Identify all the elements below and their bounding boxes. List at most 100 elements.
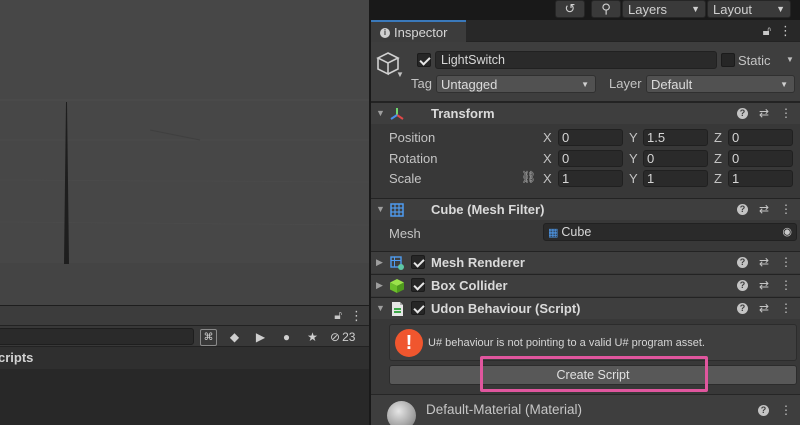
rotation-x-field[interactable]: 0 xyxy=(558,150,623,167)
axis-line xyxy=(64,102,69,264)
kebab-menu-icon[interactable]: ⋮ xyxy=(779,23,792,39)
chevron-down-icon: ▼ xyxy=(776,4,785,14)
project-window-bar: 🔓︎ ⋮ xyxy=(0,305,369,325)
object-picker-icon[interactable]: ◉ xyxy=(782,225,792,238)
chevron-down-icon: ▼ xyxy=(780,80,788,89)
foldout-expanded-icon[interactable]: ▼ xyxy=(376,108,385,118)
scene-view[interactable] xyxy=(0,0,369,305)
hidden-count-label: 23 xyxy=(342,330,356,344)
presets-icon[interactable]: ⇄ xyxy=(759,278,769,292)
kebab-menu-icon[interactable]: ⋮ xyxy=(780,278,792,292)
icon-dropdown-arrow[interactable]: ▼ xyxy=(396,70,404,79)
scale-label: Scale xyxy=(389,171,422,186)
foldout-expanded-icon[interactable]: ▼ xyxy=(376,303,385,313)
mesh-renderer-header[interactable]: ▶ Mesh Renderer ? ⇄ ⋮ xyxy=(371,251,800,273)
kebab-menu-icon[interactable]: ⋮ xyxy=(780,255,792,269)
layer-dropdown[interactable]: Default ▼ xyxy=(646,75,795,93)
error-filter-icon[interactable]: ● xyxy=(278,329,295,346)
foldout-collapsed-icon[interactable]: ▶ xyxy=(376,257,383,268)
scale-x-value: 1 xyxy=(562,171,570,186)
help-icon[interactable]: ? xyxy=(736,256,748,268)
project-toolbar: ⌘ ◆ ▶ ● ★ ⊘ 23 xyxy=(0,325,369,347)
hidden-packages-toggle[interactable]: ⊘ 23 xyxy=(330,330,355,344)
constrain-proportions-icon[interactable]: ⛓︎ xyxy=(521,170,536,184)
static-checkbox[interactable] xyxy=(721,53,735,67)
lock-icon[interactable]: 🔓︎ xyxy=(763,23,771,39)
static-dropdown-arrow[interactable]: ▼ xyxy=(786,55,794,64)
box-collider-enabled-checkbox[interactable] xyxy=(411,278,425,292)
rotation-y-field[interactable]: 0 xyxy=(643,150,708,167)
udon-behaviour-enabled-checkbox[interactable] xyxy=(411,301,425,315)
axis-y-label: Y xyxy=(629,130,638,145)
filter-by-type-icon[interactable]: ◆ xyxy=(226,329,243,346)
history-button[interactable]: ↺ xyxy=(555,0,585,18)
material-header[interactable]: Default-Material (Material) ? ⋮ xyxy=(371,394,800,425)
layout-dropdown[interactable]: Layout ▼ xyxy=(707,0,791,18)
layers-dropdown[interactable]: Layers ▼ xyxy=(622,0,706,18)
mesh-filter-header[interactable]: ▼ Cube (Mesh Filter) ? ⇄ ⋮ xyxy=(371,198,800,220)
gameobject-name-field[interactable]: LightSwitch xyxy=(435,51,717,69)
favorite-star-icon[interactable]: ★ xyxy=(304,329,321,346)
help-icon[interactable]: ? xyxy=(758,404,769,416)
kebab-menu-icon[interactable]: ⋮ xyxy=(780,301,792,315)
presets-icon[interactable]: ⇄ xyxy=(759,255,769,269)
project-search-input[interactable] xyxy=(0,328,194,345)
kebab-menu-icon[interactable]: ⋮ xyxy=(350,308,363,324)
axis-z-label: Z xyxy=(714,151,722,166)
mesh-filter-body: Mesh ▦ Cube ◉ xyxy=(371,220,800,251)
search-button[interactable]: ⚲ xyxy=(591,0,621,18)
tag-dropdown[interactable]: Untagged ▼ xyxy=(436,75,596,93)
box-collider-header[interactable]: ▶ Box Collider ? ⇄ ⋮ xyxy=(371,274,800,296)
help-icon[interactable]: ? xyxy=(736,279,748,291)
scale-y-field[interactable]: 1 xyxy=(643,170,708,187)
project-folder-header: cripts xyxy=(0,347,369,369)
chevron-down-icon: ▼ xyxy=(691,4,700,14)
transform-body: Position X 0 Y 1.5 Z 0 Rotation X 0 Y 0 … xyxy=(371,124,800,198)
presets-icon[interactable]: ⇄ xyxy=(759,202,769,216)
lock-icon[interactable]: 🔓︎ xyxy=(334,308,342,324)
project-folder-label: cripts xyxy=(0,350,34,365)
layers-label: Layers xyxy=(628,1,668,17)
create-script-button[interactable]: Create Script xyxy=(389,365,797,385)
help-icon[interactable]: ? xyxy=(736,203,748,215)
scale-x-field[interactable]: 1 xyxy=(558,170,623,187)
kebab-menu-icon[interactable]: ⋮ xyxy=(780,403,792,417)
gameobject-header: ▼ LightSwitch Static ▼ Tag Untagged ▼ La… xyxy=(371,42,800,102)
search-by-type-icon[interactable]: ⌘ xyxy=(200,328,217,346)
info-icon: i xyxy=(380,27,390,38)
mesh-grid-icon: ▦ xyxy=(548,226,559,239)
foldout-expanded-icon[interactable]: ▼ xyxy=(376,204,385,214)
transform-title: Transform xyxy=(431,106,495,121)
position-z-field[interactable]: 0 xyxy=(728,129,793,146)
inspector-panel: ↺ ⚲ Layers ▼ Layout ▼ i Inspector 🔓︎ ⋮ ▼… xyxy=(371,0,800,425)
kebab-menu-icon[interactable]: ⋮ xyxy=(780,106,792,120)
scale-z-field[interactable]: 1 xyxy=(728,170,793,187)
help-icon[interactable]: ? xyxy=(736,302,748,314)
mesh-label: Mesh xyxy=(389,226,421,241)
position-label: Position xyxy=(389,130,436,145)
label-tag-icon[interactable]: ▶ xyxy=(252,329,269,346)
box-collider-icon xyxy=(390,279,404,293)
position-x-field[interactable]: 0 xyxy=(558,129,623,146)
kebab-menu-icon[interactable]: ⋮ xyxy=(780,202,792,216)
axis-z-label: Z xyxy=(714,130,722,145)
rotation-z-field[interactable]: 0 xyxy=(728,150,793,167)
position-y-field[interactable]: 1.5 xyxy=(643,129,708,146)
tab-inspector-label: Inspector xyxy=(394,25,448,40)
presets-icon[interactable]: ⇄ xyxy=(759,301,769,315)
history-icon: ↺ xyxy=(564,1,576,16)
presets-icon[interactable]: ⇄ xyxy=(759,106,769,120)
udon-behaviour-header[interactable]: ▼ Udon Behaviour (Script) ? ⇄ ⋮ xyxy=(371,297,800,319)
active-checkbox[interactable] xyxy=(417,53,431,67)
layer-value: Default xyxy=(651,76,693,92)
tab-inspector[interactable]: i Inspector xyxy=(371,20,466,43)
transform-header[interactable]: ▼ Transform ? ⇄ ⋮ xyxy=(371,102,800,124)
layout-label: Layout xyxy=(713,1,753,17)
udon-warning-box: ! U# behaviour is not pointing to a vali… xyxy=(389,324,797,361)
scene-grid xyxy=(0,99,369,305)
help-icon[interactable]: ? xyxy=(736,107,748,119)
material-name: Default-Material (Material) xyxy=(426,402,583,417)
mesh-renderer-enabled-checkbox[interactable] xyxy=(411,255,425,269)
mesh-object-field[interactable]: ▦ Cube ◉ xyxy=(543,223,797,241)
foldout-collapsed-icon[interactable]: ▶ xyxy=(376,280,383,291)
